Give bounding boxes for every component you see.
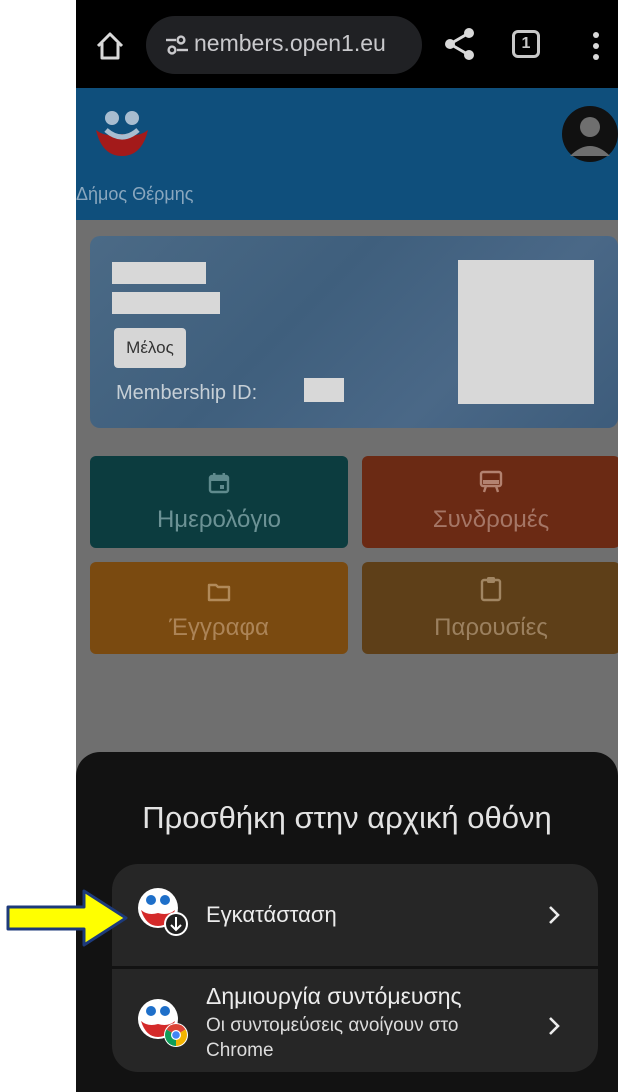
more-menu-icon[interactable] — [586, 28, 606, 64]
membership-id-label: Membership ID: — [116, 382, 258, 404]
tile-attendance-label: Παρουσίες — [434, 614, 548, 641]
tile-subscriptions[interactable]: Συνδρομές — [362, 456, 618, 548]
install-option[interactable]: Εγκατάσταση — [112, 864, 598, 966]
tile-documents-label: Έγγραφα — [169, 614, 269, 641]
site-settings-icon[interactable] — [166, 35, 188, 55]
tab-switcher-button[interactable]: 1 — [512, 30, 540, 58]
member-photo-placeholder — [458, 260, 594, 404]
shortcut-chrome-icon — [138, 999, 188, 1047]
url-text[interactable]: nembers.open1.eu — [194, 30, 386, 57]
redacted-name-line-2 — [112, 292, 220, 314]
home-icon[interactable] — [90, 26, 130, 66]
organization-name: Δήμος Θέρμης — [76, 184, 194, 204]
install-app-icon — [138, 888, 188, 936]
chevron-right-icon — [549, 906, 560, 924]
phone-screen: nembers.open1.eu 1 Δήμος Θέρμης Μέλος Me… — [76, 0, 618, 1092]
add-to-home-sheet: Προσθήκη στην αρχική οθόνη Εγκατάσταση Δ… — [76, 752, 618, 1092]
share-icon[interactable] — [440, 24, 480, 64]
install-option-label: Εγκατάσταση — [206, 902, 337, 927]
tile-documents[interactable]: Έγγραφα — [90, 562, 348, 654]
sheet-title: Προσθήκη στην αρχική οθόνη — [142, 800, 552, 835]
sheet-options: Εγκατάσταση Δημιουργία συντόμευσης Οι συ… — [112, 864, 598, 1072]
tile-calendar-label: Ημερολόγιο — [156, 506, 282, 533]
annotation-arrow-icon — [6, 889, 128, 947]
redacted-membership-id — [304, 378, 344, 402]
tile-subscriptions-label: Συνδρομές — [432, 506, 550, 533]
create-shortcut-label: Δημιουργία συντόμευσης — [206, 983, 462, 1009]
tile-calendar[interactable]: Ημερολόγιο — [90, 456, 348, 548]
url-bar[interactable]: nembers.open1.eu — [146, 16, 422, 74]
redacted-name-line-1 — [112, 262, 206, 284]
subscription-icon — [479, 470, 503, 493]
create-shortcut-option[interactable]: Δημιουργία συντόμευσης Οι συντομεύσεις α… — [112, 969, 598, 1072]
avatar[interactable] — [562, 106, 618, 162]
tile-attendance[interactable]: Παρουσίες — [362, 562, 618, 654]
calendar-icon — [208, 473, 230, 494]
folder-icon — [207, 583, 231, 602]
role-badge: Μέλος — [114, 328, 186, 368]
membership-card: Μέλος Membership ID: — [90, 236, 618, 428]
browser-toolbar: nembers.open1.eu 1 — [76, 0, 618, 88]
clipboard-icon — [480, 577, 502, 602]
chevron-right-icon — [549, 1017, 560, 1035]
create-shortcut-sublabel: Οι συντομεύσεις ανοίγουν στο Chrome — [206, 1015, 459, 1061]
app-logo — [96, 111, 148, 156]
app-header: Δήμος Θέρμης — [76, 88, 618, 220]
